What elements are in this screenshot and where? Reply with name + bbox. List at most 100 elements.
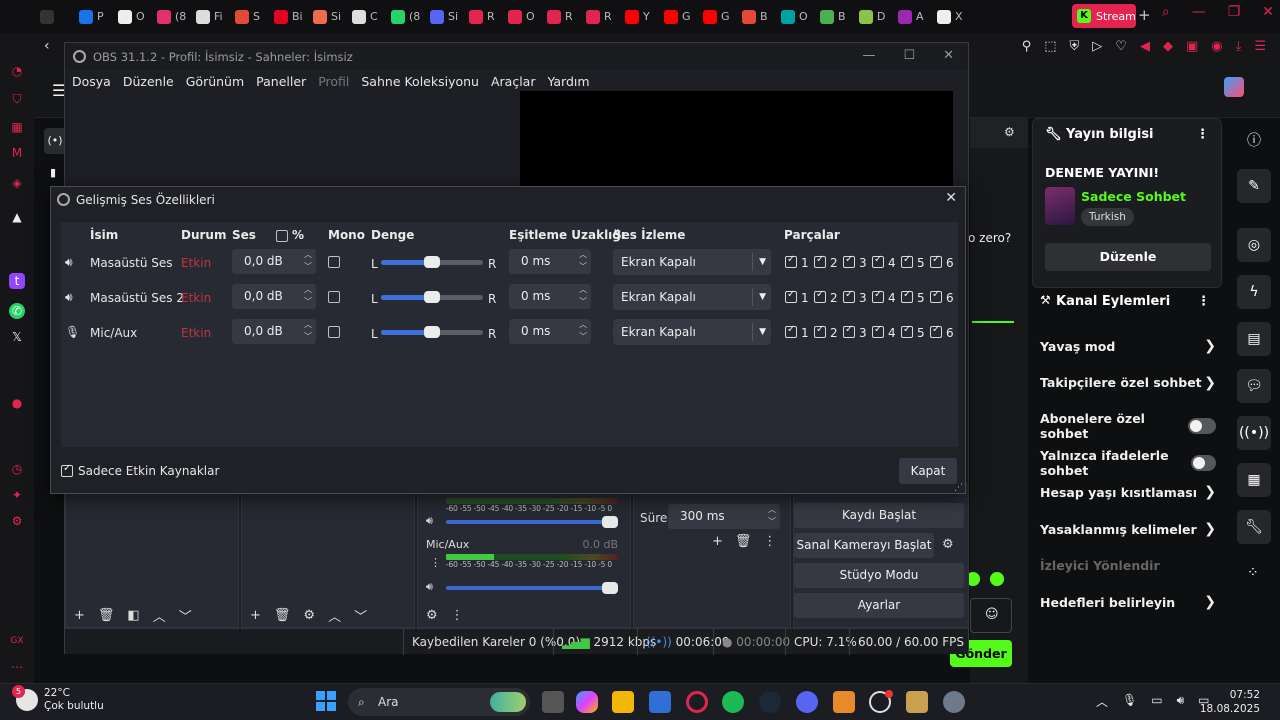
sync-offset-spinbox[interactable]: 0 ms ︿ ﹀ — [509, 284, 591, 309]
track-checkbox[interactable] — [930, 324, 942, 338]
speaker-icon[interactable]: 🔊︎ — [426, 580, 433, 594]
settings-button[interactable]: Ayarlar — [794, 593, 964, 618]
browser-tab[interactable]: C — [344, 4, 383, 30]
kebab-menu-icon[interactable]: ⋮ — [1197, 294, 1210, 309]
channel-action-item[interactable]: Hesap yaşı kısıtlaması ❯ — [1040, 484, 1216, 500]
mail-icon[interactable]: M — [9, 145, 25, 161]
track-checkbox[interactable] — [930, 289, 942, 303]
speaker-icon[interactable]: 🔊︎ — [426, 514, 433, 528]
track-checkbox[interactable] — [901, 289, 913, 303]
weather-widget[interactable]: 5 22°C Çok bulutlu — [12, 685, 104, 713]
discord-icon[interactable] — [796, 691, 818, 713]
emote-icon[interactable] — [990, 572, 1004, 586]
game-icon[interactable]: ◈ — [9, 175, 25, 191]
store-icon[interactable] — [649, 691, 671, 713]
camera-icon[interactable]: ◎ — [1237, 228, 1271, 262]
browser-tab[interactable]: Si — [422, 4, 461, 30]
download-icon[interactable]: ⤓ — [1236, 39, 1242, 54]
obs-maximize-icon[interactable]: ☐ — [903, 48, 915, 63]
balance-knob[interactable] — [424, 256, 440, 268]
channel-action-item[interactable]: Yavaş mod ❯ — [1040, 338, 1216, 354]
box-icon[interactable]: ▣ — [1186, 39, 1198, 54]
pin-icon[interactable]: ⚲ — [1022, 39, 1032, 54]
emoji-icon[interactable]: ☺ — [985, 607, 999, 622]
monitoring-dropdown[interactable]: Ekran Kapalı ▼ — [613, 319, 771, 345]
channel-action-item[interactable]: Abonelere özel sohbet — [1040, 411, 1216, 441]
kebab-menu-icon[interactable]: ⋮ — [451, 608, 464, 623]
sync-offset-spinbox[interactable]: 0 ms ︿ ﹀ — [509, 249, 591, 274]
browser-tab[interactable]: G — [695, 4, 734, 30]
fl-studio-icon[interactable] — [833, 691, 855, 713]
broadcast-icon[interactable]: ((•)) — [1237, 416, 1271, 450]
channel-action-item[interactable]: Yasaklanmış kelimeler ❯ — [1040, 521, 1216, 537]
active-only-checkbox[interactable] — [61, 463, 73, 477]
browser-tab[interactable]: P — [71, 4, 110, 30]
extensions-icon[interactable]: ✦ — [9, 487, 25, 503]
new-tab-button[interactable]: + — [1138, 6, 1151, 24]
filter-icon[interactable]: ◧ — [127, 608, 139, 623]
track-checkbox[interactable] — [785, 254, 797, 268]
minimize-icon[interactable]: — — [1192, 4, 1206, 20]
close-button[interactable]: Kapat — [899, 458, 957, 484]
obs-menu-item[interactable]: Görünüm — [186, 74, 244, 89]
browser-tab[interactable]: O — [773, 4, 812, 30]
balance-slider[interactable] — [381, 256, 483, 268]
broadcast-icon[interactable]: (•) — [44, 128, 66, 154]
browser-tab[interactable]: G — [656, 4, 695, 30]
start-virtual-camera-button[interactable]: Sanal Kamerayı Başlat — [794, 533, 934, 558]
track-checkbox[interactable] — [814, 254, 826, 268]
active-tab[interactable]: K Stream — [1072, 4, 1136, 28]
trash-icon[interactable]: 🗑︎ — [735, 534, 752, 549]
chat-settings-icon[interactable]: ⚙ — [1004, 125, 1015, 139]
mic-icon[interactable]: 🎙︎ — [1122, 693, 1137, 710]
studio-mode-button[interactable]: Stüdyo Modu — [794, 563, 964, 588]
browser-tab[interactable]: Si — [305, 4, 344, 30]
obs-menu-item[interactable]: Araçlar — [491, 74, 536, 89]
volume-slider[interactable] — [446, 516, 618, 528]
profile-icon[interactable]: ◉ — [1211, 39, 1222, 54]
browser-tab[interactable]: Y — [617, 4, 656, 30]
browser-tab[interactable]: (8 — [383, 4, 422, 30]
user-avatar[interactable] — [1224, 77, 1244, 97]
resize-grip-icon[interactable]: ⋰ — [954, 483, 963, 493]
channel-action-item[interactable]: Takipçilere özel sohbet ❯ — [1040, 375, 1216, 391]
track-checkbox[interactable] — [814, 289, 826, 303]
up-icon[interactable]: ︿ — [328, 606, 341, 625]
volume-spinbox[interactable]: 0,0 dB ︿ ﹀ — [232, 284, 316, 309]
twitch-icon[interactable]: t — [9, 273, 25, 289]
x-icon[interactable]: 𝕏 — [9, 329, 25, 345]
down-icon[interactable]: ﹀ — [179, 606, 192, 625]
add-icon[interactable]: + — [74, 608, 85, 623]
browser-tab[interactable]: S — [227, 4, 266, 30]
player-icon[interactable]: ▦ — [9, 119, 25, 135]
close-icon[interactable]: ✕ — [1262, 4, 1274, 20]
whatsapp-icon[interactable]: ✆ — [9, 303, 25, 319]
play-icon[interactable]: ▷ — [1092, 39, 1102, 54]
extension-icon[interactable]: ◆ — [1163, 39, 1173, 54]
snapshot-icon[interactable]: ⬚ — [1044, 39, 1056, 54]
kebab-menu-icon[interactable]: ⋮ — [763, 534, 776, 549]
volume-spinbox[interactable]: 0,0 dB ︿ ﹀ — [232, 249, 316, 274]
mono-checkbox[interactable] — [328, 291, 340, 303]
channel-action-item[interactable]: Hedefleri belirleyin ❯ — [1040, 594, 1216, 610]
shield-icon[interactable]: ⛨ — [1070, 39, 1080, 54]
browser-tab[interactable]: B — [812, 4, 851, 30]
balance-slider[interactable] — [381, 291, 483, 303]
sync-offset-spinbox[interactable]: 0 ms ︿ ﹀ — [509, 319, 591, 344]
track-checkbox[interactable] — [872, 289, 884, 303]
add-icon[interactable]: + — [712, 534, 723, 549]
more-icon[interactable]: ⋯ — [9, 659, 25, 675]
mono-checkbox[interactable] — [328, 256, 340, 268]
browser-tab[interactable]: R — [539, 4, 578, 30]
trash-icon[interactable]: 🗑︎ — [98, 608, 115, 623]
lightning-icon[interactable]: ϟ — [1237, 275, 1271, 309]
arrow-icon[interactable]: ▲ — [9, 209, 25, 225]
browser-tab[interactable]: O — [110, 4, 149, 30]
spotify-icon[interactable] — [722, 691, 744, 713]
dots-icon[interactable]: ⁘ — [1247, 565, 1259, 581]
browser-tab[interactable]: Bi — [266, 4, 305, 30]
start-recording-button[interactable]: Kaydı Başlat — [794, 503, 964, 528]
track-checkbox[interactable] — [814, 324, 826, 338]
document-icon[interactable]: ▤ — [1237, 322, 1271, 356]
obs-menu-item[interactable]: Paneller — [256, 74, 306, 89]
